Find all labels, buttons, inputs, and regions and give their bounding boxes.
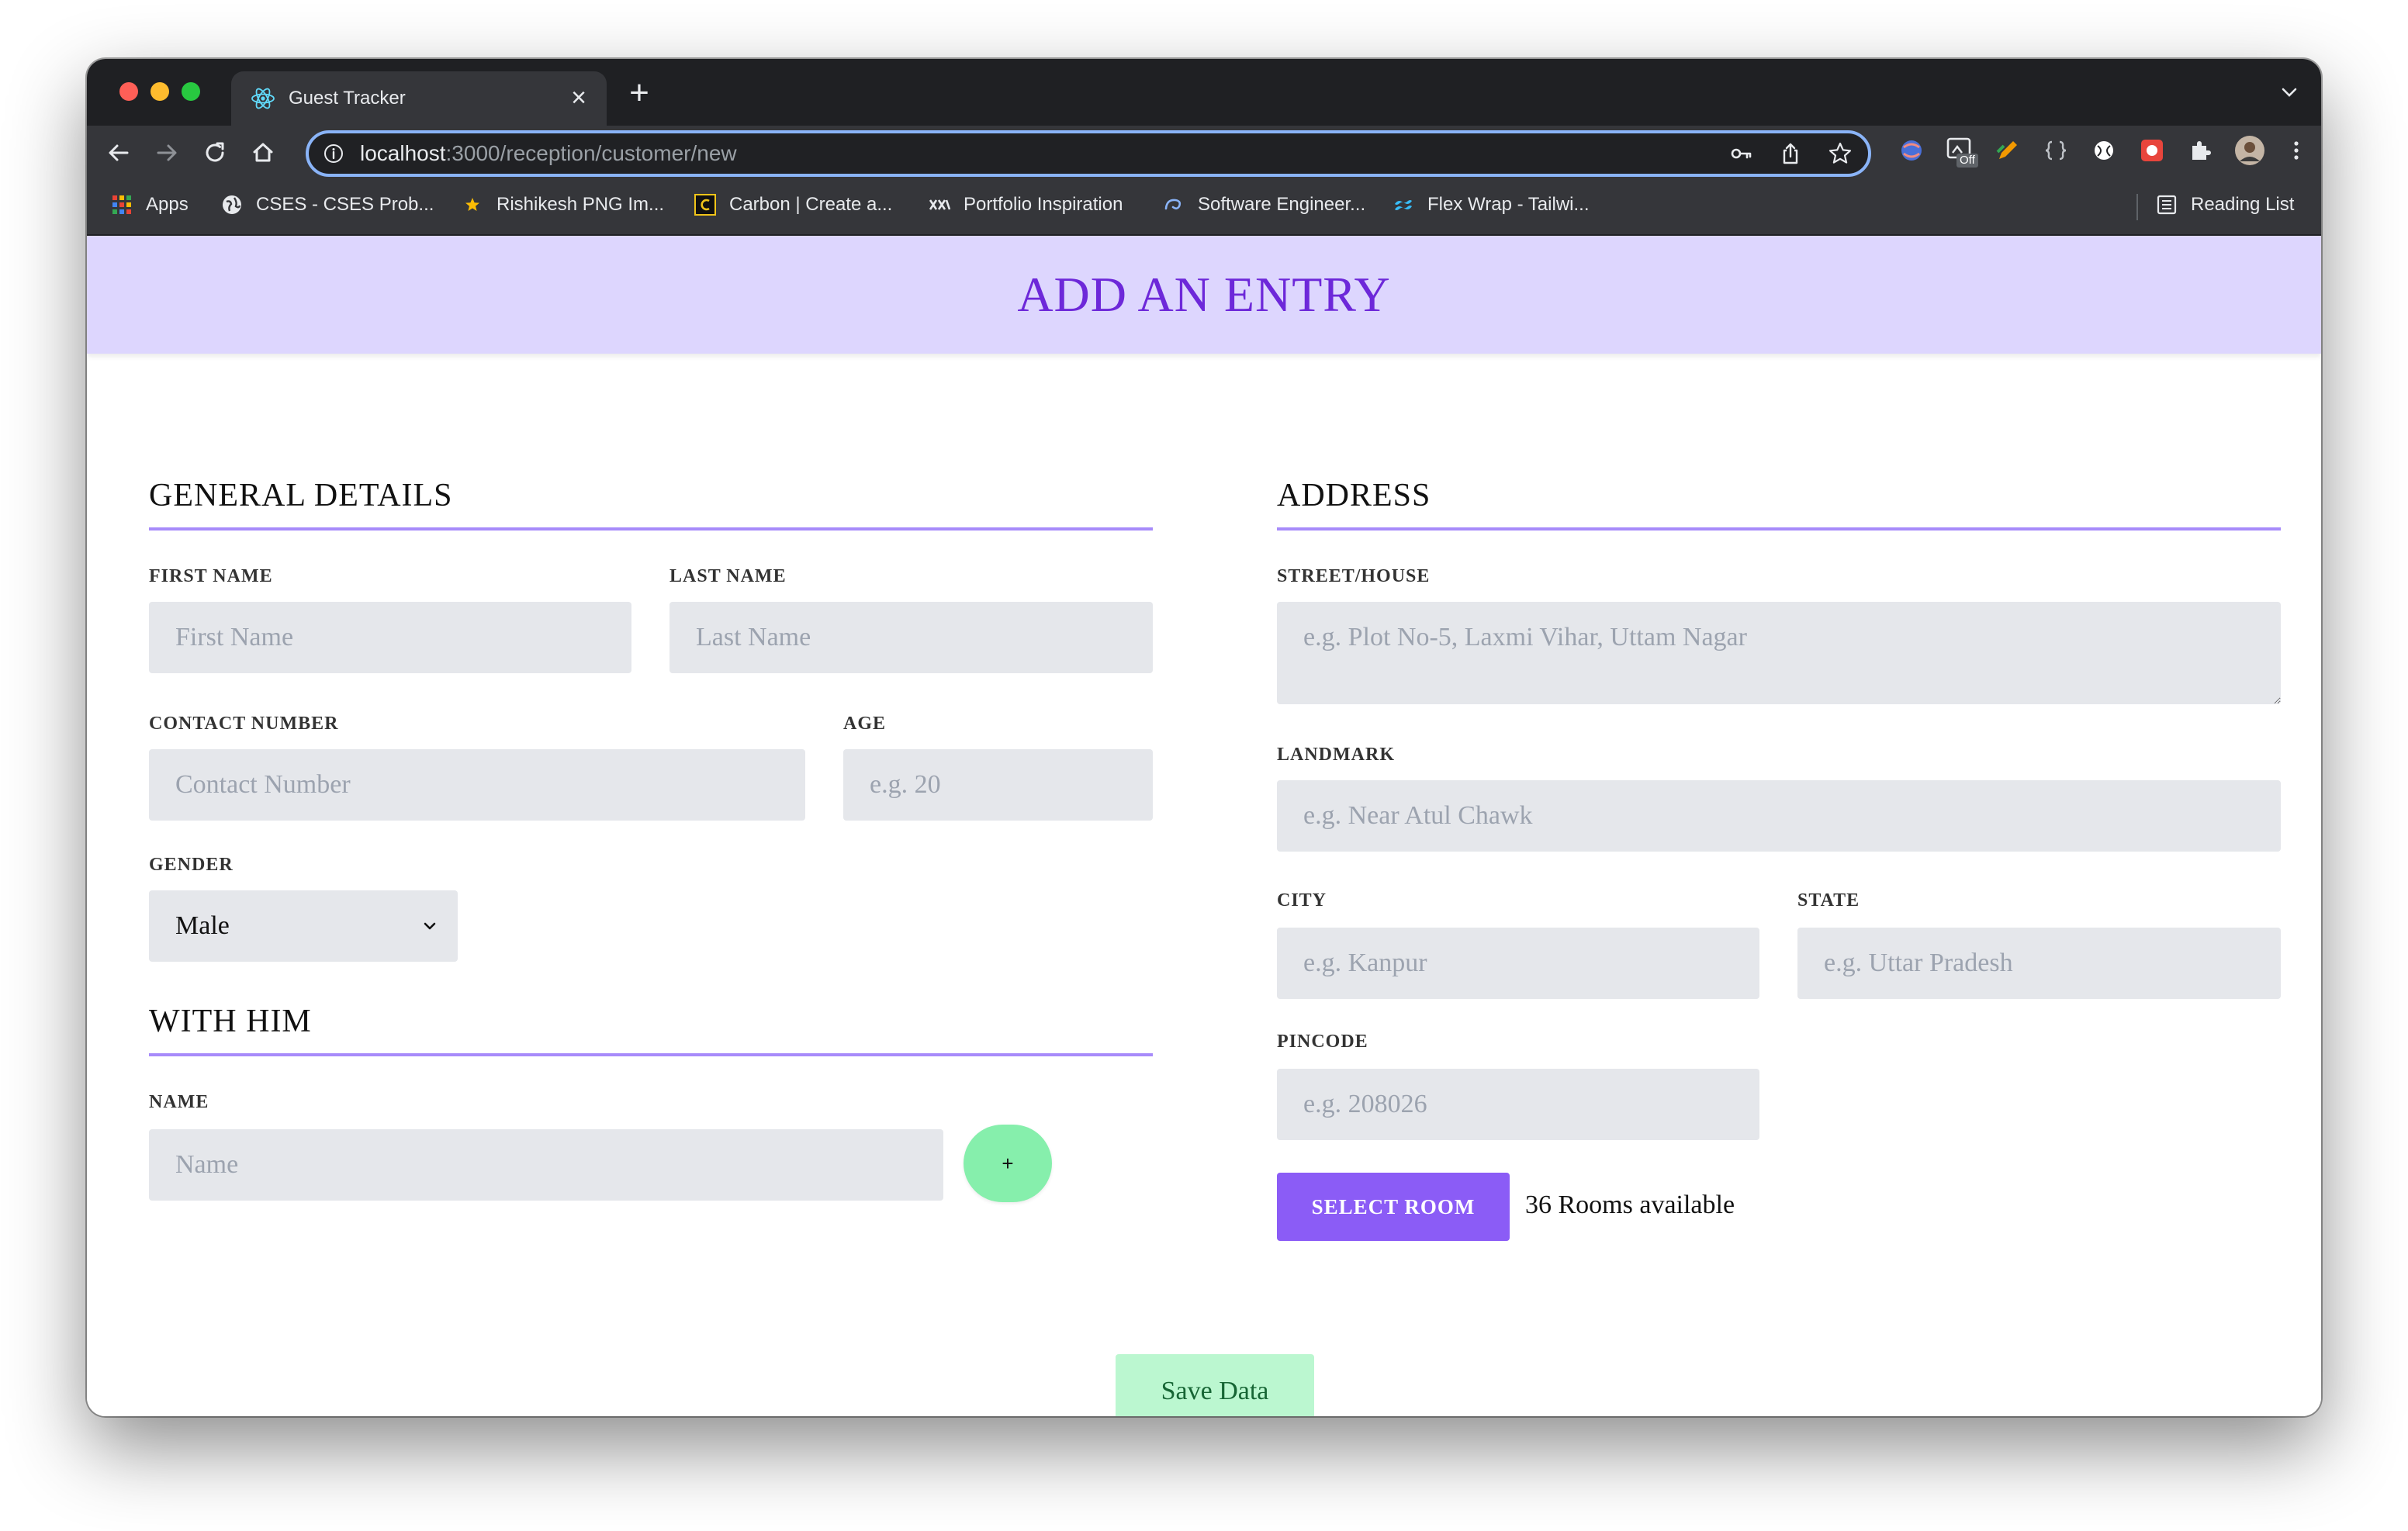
tab-bar: Guest Tracker × + [87, 59, 2321, 126]
site-info-icon[interactable] [323, 143, 344, 164]
bookmark-label: Flex Wrap - Tailwi... [1427, 194, 1590, 215]
with-him-divider [149, 1053, 1153, 1056]
bookmark-label: Apps [146, 194, 189, 215]
select-room-button[interactable]: SELECT ROOM [1277, 1173, 1510, 1241]
landmark-label: LANDMARK [1277, 745, 1395, 765]
bookmark-rishikesh[interactable]: Rishikesh PNG Im... [461, 191, 664, 219]
react-logo-icon [251, 88, 275, 109]
minimize-window-button[interactable] [150, 82, 169, 101]
with-him-heading: WITH HIM [149, 1004, 312, 1039]
url-path: :3000/reception/customer/new [445, 141, 737, 165]
chevron-down-icon [424, 922, 436, 930]
bookmark-label: CSES - CSES Prob... [256, 194, 434, 215]
extension-red-icon[interactable] [2138, 137, 2166, 164]
url-host: localhost [360, 141, 446, 165]
bookmarks-divider [2136, 194, 2138, 220]
bookmark-label: Carbon | Create a... [729, 194, 893, 215]
extension-off-icon[interactable]: Off [1946, 137, 1978, 168]
gender-value: Male [175, 911, 230, 940]
carbon-icon [694, 194, 716, 216]
more-vertical-icon[interactable] [2282, 137, 2310, 164]
page-title: ADD AN ENTRY [1017, 267, 1391, 322]
browser-window: Guest Tracker × + localhost:3000/recepti… [87, 59, 2321, 1416]
last-name-input[interactable] [669, 602, 1153, 673]
swirl-icon [1164, 199, 1182, 210]
key-icon[interactable] [1728, 141, 1753, 166]
zoom-window-button[interactable] [182, 82, 200, 101]
street-label: STREET/HOUSE [1277, 566, 1431, 586]
first-name-input[interactable] [149, 602, 631, 673]
state-input[interactable] [1797, 928, 2281, 999]
bookmark-label: Rishikesh PNG Im... [496, 194, 665, 215]
extension-ball-icon[interactable] [2090, 137, 2118, 164]
rooms-available-text: 36 Rooms available [1525, 1191, 1735, 1219]
bookmark-cses[interactable]: CSES - CSES Prob... [220, 191, 434, 219]
reading-list-icon [2157, 195, 2177, 215]
forward-arrow-icon[interactable] [150, 137, 183, 169]
extensions-puzzle-icon[interactable] [2186, 137, 2214, 164]
bookmark-star-icon[interactable] [1828, 141, 1853, 166]
address-divider [1277, 527, 2281, 530]
apps-grid-icon [112, 195, 131, 214]
address-heading: ADDRESS [1277, 478, 1431, 513]
street-input[interactable] [1277, 602, 2281, 704]
chevron-down-icon[interactable] [2278, 81, 2301, 104]
save-data-button[interactable]: Save Data [1116, 1354, 1314, 1416]
reading-list-label: Reading List [2191, 194, 2295, 215]
active-tab[interactable]: Guest Tracker × [231, 71, 607, 126]
globe-icon [223, 195, 241, 214]
last-name-label: LAST NAME [669, 566, 787, 586]
companion-name-input[interactable] [149, 1129, 943, 1201]
share-icon[interactable] [1778, 141, 1803, 166]
contact-number-label: CONTACT NUMBER [149, 714, 339, 734]
pincode-label: PINCODE [1277, 1032, 1368, 1052]
reading-list-button[interactable]: Reading List [2155, 191, 2294, 219]
star-icon [465, 198, 479, 211]
bookmark-apps[interactable]: Apps [110, 191, 189, 219]
tailwind-icon [1395, 200, 1412, 210]
address-bar[interactable]: localhost:3000/reception/customer/new [306, 130, 1871, 177]
back-arrow-icon[interactable] [102, 137, 135, 169]
portfolio-icon [929, 199, 951, 210]
city-label: CITY [1277, 890, 1327, 911]
pincode-input[interactable] [1277, 1069, 1759, 1140]
age-input[interactable] [843, 749, 1153, 821]
extension-pencil-icon[interactable] [1994, 137, 2022, 164]
landmark-input[interactable] [1277, 780, 2281, 852]
general-details-heading: GENERAL DETAILS [149, 478, 453, 513]
profile-avatar-icon[interactable] [2234, 135, 2265, 166]
tab-close-icon[interactable]: × [565, 84, 593, 112]
extension-globe-icon[interactable] [1898, 137, 1925, 164]
add-companion-button[interactable]: + [964, 1125, 1052, 1202]
gender-label: GENDER [149, 855, 234, 875]
close-window-button[interactable] [119, 82, 138, 101]
state-label: STATE [1797, 890, 1860, 911]
bookmarks-bar: Apps CSES - CSES Prob... Rishikesh PNG I… [87, 180, 2321, 236]
gender-select[interactable]: Male [149, 890, 458, 962]
extension-off-badge: Off [1956, 154, 1978, 168]
bookmark-portfolio[interactable]: Portfolio Inspiration [928, 191, 1123, 219]
page-header: ADD AN ENTRY [87, 236, 2321, 354]
companion-name-label: NAME [149, 1092, 209, 1112]
page-content: ADD AN ENTRY GENERAL DETAILS FIRST NAME … [87, 236, 2321, 1416]
contact-number-input[interactable] [149, 749, 805, 821]
bookmark-label: Portfolio Inspiration [964, 194, 1123, 215]
city-input[interactable] [1277, 928, 1759, 999]
url-text[interactable]: localhost:3000/reception/customer/new [360, 140, 737, 167]
general-details-divider [149, 527, 1153, 530]
browser-toolbar: localhost:3000/reception/customer/new Of [87, 126, 2321, 180]
bookmark-label: Software Engineer... [1198, 194, 1366, 215]
bookmark-flex-wrap[interactable]: Flex Wrap - Tailwi... [1392, 191, 1590, 219]
tab-title: Guest Tracker [289, 88, 406, 109]
bookmark-carbon[interactable]: Carbon | Create a... [694, 191, 892, 219]
age-label: AGE [843, 714, 887, 734]
new-tab-button[interactable]: + [622, 76, 656, 110]
extension-braces-icon[interactable] [2042, 137, 2070, 164]
first-name-label: FIRST NAME [149, 566, 273, 586]
bookmark-software-engineer[interactable]: Software Engineer... [1162, 191, 1365, 219]
home-icon[interactable] [247, 137, 279, 169]
reload-icon[interactable] [199, 137, 231, 169]
